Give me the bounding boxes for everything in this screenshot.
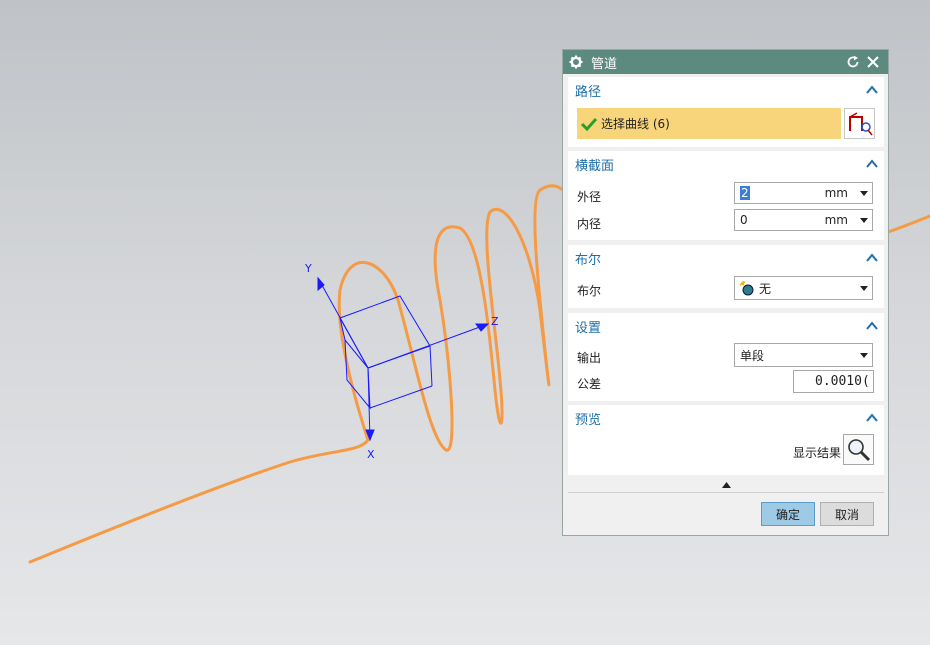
boolean-select[interactable]: 无 [734,276,873,300]
inner-diameter-unit: mm [824,213,848,227]
tolerance-value[interactable]: 0.0010( [815,374,870,389]
boolean-value: 无 [759,281,772,296]
more-options-toggle[interactable] [568,479,884,491]
show-result-button[interactable] [843,434,874,465]
pipe-dialog: 管道 路径 选择曲线 (6) 横截面 外径 2 mm 内径 0 mm 布尔 布尔… [562,49,889,536]
ok-button[interactable]: 确定 [761,502,815,526]
section-preview: 预览 显示结果 [568,405,884,475]
tolerance-label: 公差 [577,377,602,391]
section-preview-header[interactable]: 预览 [568,405,884,431]
close-icon[interactable] [864,53,882,71]
section-path-header[interactable]: 路径 [568,77,884,103]
outer-diameter-value[interactable]: 2 [740,186,750,200]
section-cross-section-title: 横截面 [575,158,615,174]
output-label: 输出 [577,351,602,365]
curve-select-icon [849,112,873,136]
divider [568,492,884,493]
select-curve-field[interactable]: 选择曲线 (6) [577,108,841,139]
outer-diameter-unit: mm [824,186,848,200]
inner-diameter-input[interactable]: 0 mm [734,209,873,231]
section-settings-header[interactable]: 设置 [568,313,884,339]
axis-z-label: Z [491,315,499,328]
section-boolean-header[interactable]: 布尔 [568,245,884,271]
chevron-up-icon[interactable] [866,253,878,263]
dialog-titlebar[interactable]: 管道 [563,50,888,74]
reset-icon[interactable] [844,53,862,71]
section-settings-title: 设置 [575,320,602,336]
section-boolean: 布尔 布尔 无 [568,245,884,308]
output-select[interactable]: 单段 [734,343,873,367]
chevron-down-icon[interactable] [856,352,872,358]
curve-rule-button[interactable] [844,108,875,139]
chevron-up-icon[interactable] [866,159,878,169]
chevron-up-icon[interactable] [866,85,878,95]
wcs-triad [317,276,490,442]
inner-diameter-label: 内径 [577,217,602,231]
checkmark-icon [581,117,597,131]
chevron-up-icon[interactable] [866,413,878,423]
boolean-none-icon [739,280,755,296]
axis-x-label: X [367,448,375,461]
inner-diameter-value[interactable]: 0 [735,213,825,227]
section-path: 路径 选择曲线 (6) [568,77,884,147]
outer-diameter-label: 外径 [577,190,602,204]
tolerance-input[interactable]: 0.0010( [793,370,874,393]
gear-icon [569,55,583,69]
outer-diameter-input[interactable]: 2 mm [734,182,873,204]
section-settings: 设置 输出 单段 公差 0.0010( [568,313,884,401]
triangle-up-icon [721,482,731,488]
section-preview-title: 预览 [575,412,602,428]
pipe-path-curve-end[interactable] [886,214,930,234]
magnifier-icon [848,439,871,462]
dialog-title: 管道 [591,56,618,72]
chevron-up-icon[interactable] [866,321,878,331]
chevron-down-icon[interactable] [856,190,872,196]
boolean-label: 布尔 [577,284,602,298]
section-cross-section: 横截面 外径 2 mm 内径 0 mm [568,151,884,240]
axis-y-label: Y [304,262,312,275]
select-curve-label: 选择曲线 (6) [601,117,670,131]
section-path-title: 路径 [575,84,602,100]
cancel-button[interactable]: 取消 [820,502,874,526]
section-boolean-title: 布尔 [575,252,602,268]
chevron-down-icon[interactable] [856,217,872,223]
pipe-path-curve[interactable] [28,184,572,564]
chevron-down-icon[interactable] [856,285,872,291]
section-cross-section-header[interactable]: 横截面 [568,151,884,177]
show-result-label: 显示结果 [793,446,842,460]
output-value: 单段 [740,348,765,363]
